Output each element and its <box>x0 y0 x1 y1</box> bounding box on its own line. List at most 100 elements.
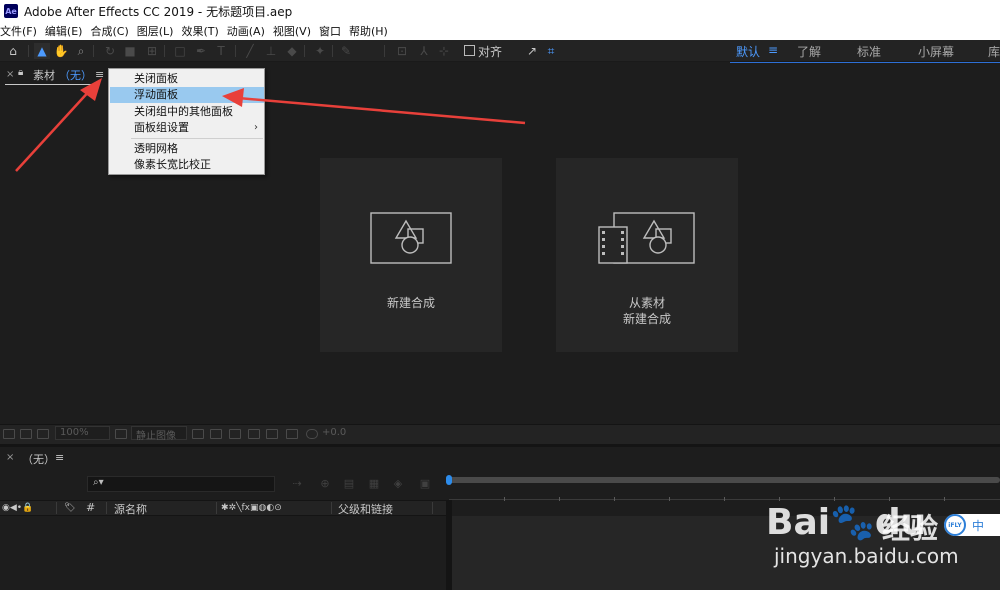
magnifier-icon[interactable] <box>3 429 15 439</box>
new-composition-icon <box>370 212 452 264</box>
type-tool-icon[interactable]: T <box>213 43 229 59</box>
menu-item-float-panel[interactable]: 浮动面板 <box>110 87 264 103</box>
column-divider <box>216 502 217 514</box>
brush-tool-icon[interactable]: ╱ <box>242 43 258 59</box>
toolbar-divider <box>384 45 385 57</box>
camera-tool-icon[interactable]: ■ <box>122 43 138 59</box>
time-navigator[interactable] <box>449 477 1000 483</box>
puppet-tool-icon[interactable]: ✎ <box>338 43 354 59</box>
workspace-small-screen[interactable]: 小屏幕 <box>918 43 954 60</box>
panel-close-icon[interactable]: × <box>6 69 14 80</box>
world-axis-icon[interactable]: ⅄ <box>416 43 432 59</box>
region-of-interest-icon[interactable] <box>248 429 260 439</box>
graph-editor-icon[interactable]: ▣ <box>418 477 432 490</box>
color-channel-icon[interactable] <box>229 429 241 439</box>
monitor-icon[interactable] <box>20 429 32 439</box>
ruler-tick <box>669 497 670 501</box>
snap-icon[interactable]: ↗ <box>524 43 540 59</box>
layer-switches-icons: ✱✲╲fx▣◍◐⊙ <box>221 503 282 513</box>
workspace-default[interactable]: 默认 <box>736 43 760 60</box>
lock-icon[interactable]: 🔒︎ <box>18 67 23 78</box>
workspace-standard[interactable]: 标准 <box>857 43 881 60</box>
panel-menu-icon[interactable]: ≡ <box>95 68 104 81</box>
menu-item-close-other-panels[interactable]: 关闭组中的其他面板 <box>110 104 264 120</box>
time-navigator-start-handle[interactable] <box>446 475 452 485</box>
menu-item-close-panel[interactable]: 关闭面板 <box>110 71 264 87</box>
menu-animation[interactable]: 动画(A) <box>223 23 269 39</box>
new-composition-label: 新建合成 <box>386 296 435 310</box>
timeline-close-icon[interactable]: × <box>6 452 14 463</box>
snapshot-icon[interactable] <box>192 429 204 439</box>
eraser-tool-icon[interactable]: ◆ <box>284 43 300 59</box>
view-axis-icon[interactable]: ⊹ <box>436 43 452 59</box>
timeline-tab[interactable]: （无） <box>22 451 55 467</box>
home-icon[interactable]: ⌂ <box>5 43 21 59</box>
pan-behind-tool-icon[interactable]: ⊞ <box>144 43 160 59</box>
ruler-tick <box>944 497 945 501</box>
layer-number-header: # <box>86 501 96 514</box>
menu-edit[interactable]: 编辑(E) <box>41 23 87 39</box>
new-composition-from-footage-icon <box>598 212 695 264</box>
menu-window[interactable]: 窗口 <box>315 23 345 39</box>
footage-panel-comp: （无） <box>59 69 92 82</box>
search-icon: ⌕▾ <box>93 477 104 488</box>
menu-view[interactable]: 视图(V) <box>269 23 315 39</box>
safe-zones-icon[interactable] <box>115 429 127 439</box>
draft-3d-icon[interactable]: ⊕ <box>318 477 332 490</box>
motion-blur-icon[interactable]: ◈ <box>391 477 405 490</box>
menu-composition[interactable]: 合成(C) <box>86 23 132 39</box>
rotate-tool-icon[interactable]: ↻ <box>102 43 118 59</box>
menu-item-label: 浮动面板 <box>134 88 178 101</box>
column-divider <box>331 502 332 514</box>
hand-tool-icon[interactable]: ✋ <box>53 43 69 59</box>
menu-layer[interactable]: 图层(L) <box>133 23 178 39</box>
snap-target-icon[interactable]: ⌗ <box>543 43 559 59</box>
3d-view-icon[interactable] <box>286 429 298 439</box>
ruler-tick <box>724 497 725 501</box>
menu-help[interactable]: 帮助(H) <box>345 23 392 39</box>
parent-link-header[interactable]: 父级和链接 <box>338 501 393 517</box>
toolbar-divider <box>235 45 236 57</box>
ruler-tick <box>614 497 615 501</box>
av-switch-icons: ◉◀•🔒 <box>2 503 34 513</box>
menu-item-pixel-aspect-correction[interactable]: 像素长宽比校正 <box>110 157 264 173</box>
align-checkbox[interactable] <box>464 45 475 56</box>
toolbar-divider <box>164 45 165 57</box>
source-name-header[interactable]: 源名称 <box>114 501 147 517</box>
exposure-icon[interactable] <box>306 429 318 439</box>
from-footage-label-line1: 从素材 <box>628 296 665 310</box>
column-divider <box>432 502 433 514</box>
transparency-grid-icon[interactable] <box>266 429 278 439</box>
paw-icon: 🐾 <box>830 502 875 543</box>
roto-brush-tool-icon[interactable]: ✦ <box>312 43 328 59</box>
shy-icon[interactable]: ▤ <box>342 477 356 490</box>
zoom-value: 100% <box>60 427 89 438</box>
pen-tool-icon[interactable]: ✒ <box>193 43 209 59</box>
local-axis-icon[interactable]: ⊡ <box>394 43 410 59</box>
still-image-label: 静止图像 <box>136 431 176 442</box>
workspace-library[interactable]: 库 <box>988 43 1000 60</box>
new-composition-card[interactable]: 新建合成 <box>320 158 502 352</box>
menu-effect[interactable]: 效果(T) <box>177 23 222 39</box>
annotation-arrow-2 <box>237 96 526 125</box>
menu-file[interactable]: 文件(F) <box>0 23 41 39</box>
menu-item-label: 关闭组中的其他面板 <box>134 105 233 118</box>
footage-panel-tab[interactable]: 素材 （无） <box>33 67 92 83</box>
workspace-learn[interactable]: 了解 <box>797 43 821 60</box>
menu-item-panel-group-settings[interactable]: 面板组设置 › <box>110 120 264 136</box>
workspace-indicator <box>730 62 1000 63</box>
frame-blending-icon[interactable]: ▦ <box>367 477 381 490</box>
timeline-menu-icon[interactable]: ≡ <box>55 451 64 464</box>
show-snapshot-icon[interactable] <box>210 429 222 439</box>
mask-view-icon[interactable] <box>37 429 49 439</box>
workspace-menu-icon[interactable]: ≡ <box>768 43 778 57</box>
timeline-search-input[interactable] <box>87 476 275 492</box>
clone-stamp-tool-icon[interactable]: ⊥ <box>263 43 279 59</box>
new-composition-from-footage-card[interactable]: 从素材 新建合成 <box>556 158 738 352</box>
comp-mini-flowchart-icon[interactable]: ⇢ <box>290 477 304 490</box>
rectangle-tool-icon[interactable]: □ <box>172 43 188 59</box>
selection-tool-icon[interactable]: ▲ <box>34 43 50 59</box>
zoom-tool-icon[interactable]: ⌕ <box>73 43 89 59</box>
from-footage-label-line2: 新建合成 <box>622 312 671 326</box>
menu-item-transparency-grid[interactable]: 透明网格 <box>110 141 264 157</box>
